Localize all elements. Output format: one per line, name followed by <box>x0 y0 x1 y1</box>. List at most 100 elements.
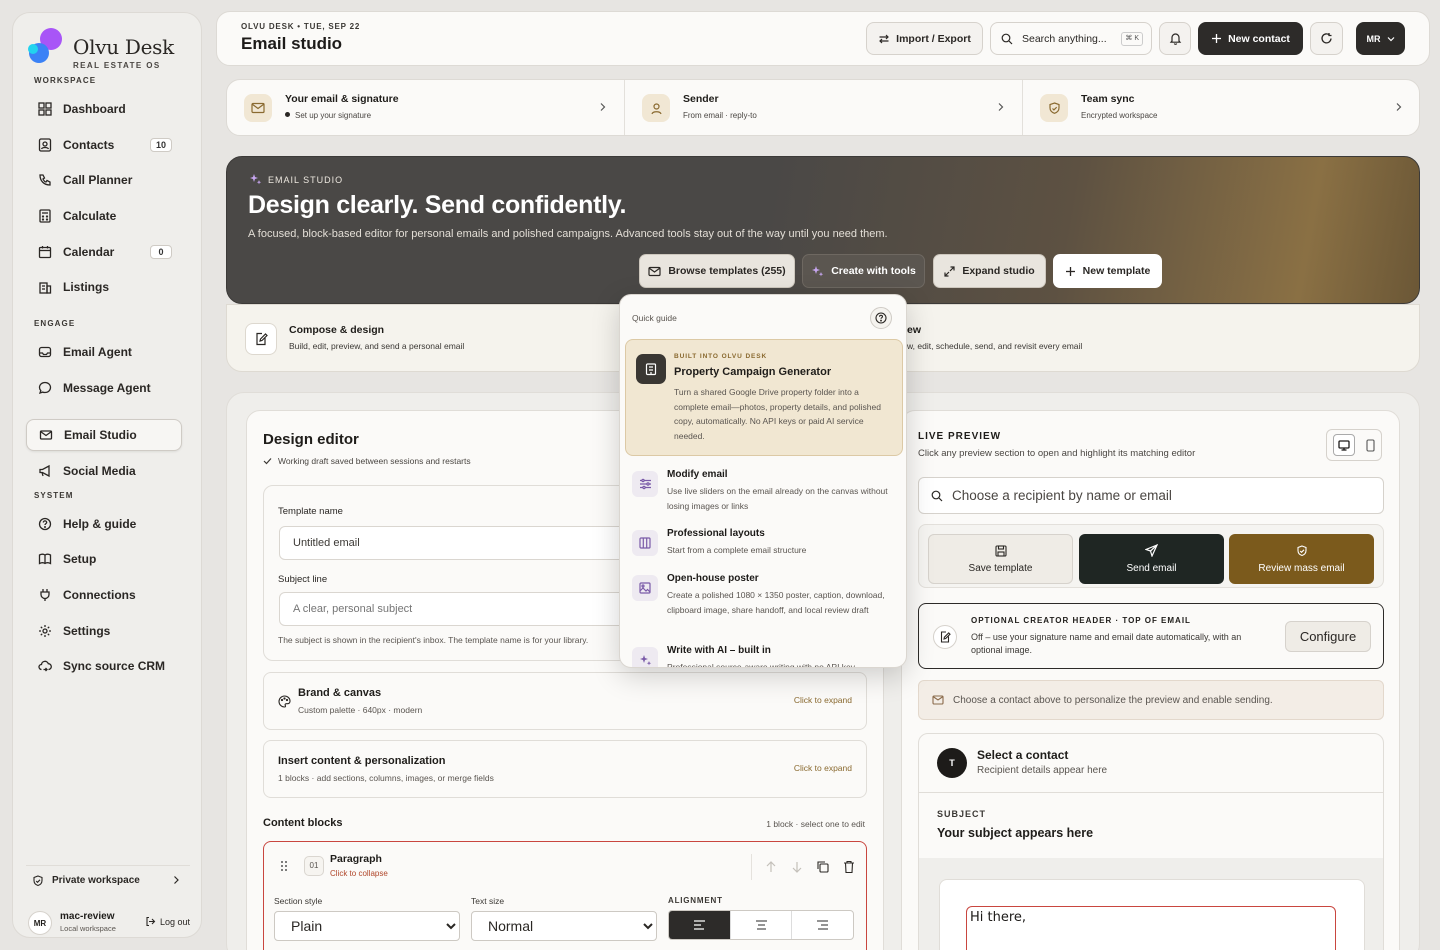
quick-guide-title: Quick guide <box>632 313 677 323</box>
edit-document-icon <box>933 625 957 649</box>
content-blocks-count: 1 block · select one to edit <box>766 819 865 829</box>
sidebar-item-connections[interactable]: Connections <box>26 579 182 611</box>
greeting-block[interactable]: Hi there, <box>966 906 1336 950</box>
sidebar-item-social-media[interactable]: Social Media <box>26 455 182 487</box>
insert-content-title: Insert content & personalization <box>278 755 446 767</box>
align-right-button[interactable] <box>792 911 853 939</box>
expand-studio-button[interactable]: Expand studio <box>933 254 1046 288</box>
shield-check-icon <box>1040 94 1068 122</box>
help-button[interactable] <box>870 307 892 329</box>
collapse-link[interactable]: Click to collapse <box>330 869 388 878</box>
section-style-select[interactable]: Plain <box>274 911 460 941</box>
select-contact-title[interactable]: Select a contact <box>977 748 1068 762</box>
notifications-button[interactable] <box>1159 22 1191 55</box>
phone-icon <box>38 173 52 187</box>
sidebar-item-setup[interactable]: Setup <box>26 543 182 575</box>
account-menu-button[interactable]: MR <box>1356 22 1405 55</box>
live-preview-sub: Click any preview section to open and hi… <box>918 448 1196 459</box>
new-contact-label: New contact <box>1228 32 1290 45</box>
shield-check-icon <box>32 874 44 887</box>
subject-preview[interactable]: Your subject appears here <box>937 826 1093 840</box>
sidebar-item-listings[interactable]: Listings <box>26 271 182 303</box>
review-title[interactable]: ew <box>907 324 921 336</box>
featured-desc: Turn a shared Google Drive property fold… <box>674 387 881 441</box>
user-avatar[interactable]: MR <box>28 911 52 935</box>
review-mass-email-label: Review mass email <box>1258 562 1345 574</box>
text-size-select[interactable]: Normal <box>471 911 657 941</box>
text-size-label: Text size <box>471 896 505 906</box>
sidebar-item-label: Setup <box>63 552 97 566</box>
new-template-button[interactable]: New template <box>1053 254 1162 288</box>
review-mass-email-button[interactable]: Review mass email <box>1229 534 1374 584</box>
live-preview-panel: LIVE PREVIEW Click any preview section t… <box>901 410 1400 950</box>
send-email-label: Send email <box>1126 563 1177 574</box>
sidebar-item-email-studio[interactable]: Email Studio <box>26 419 182 451</box>
strip-sub: From email · reply-to <box>683 111 757 120</box>
insert-content-section[interactable]: Insert content & personalization 1 block… <box>263 740 867 798</box>
building-icon <box>636 354 666 384</box>
brand[interactable]: Olvu Desk REAL ESTATE OS <box>27 23 197 75</box>
block-toolbar <box>751 854 858 880</box>
trash-icon[interactable] <box>840 860 858 874</box>
logout-button[interactable]: Log out <box>145 916 190 927</box>
block-title: Paragraph <box>330 853 382 865</box>
content-blocks-title: Content blocks <box>263 817 343 829</box>
email-canvas: Hi there, <box>919 858 1383 950</box>
drag-handle-icon[interactable] <box>280 860 288 872</box>
brand-canvas-section[interactable]: Brand & canvas Custom palette · 640px · … <box>263 672 867 730</box>
brand-logo-icon <box>28 28 62 63</box>
help-icon <box>875 312 887 324</box>
save-template-button[interactable]: Save template <box>928 534 1073 584</box>
top-bar: OLVU DESK • TUE, SEP 22 Email studio Imp… <box>216 11 1430 66</box>
arrow-down-icon[interactable] <box>788 860 806 874</box>
sidebar-item-help[interactable]: Help & guide <box>26 508 182 540</box>
strip-sub-text: Set up your signature <box>295 111 372 120</box>
gear-icon <box>38 624 52 638</box>
monitor-icon <box>1338 439 1350 451</box>
property-campaign-generator-item[interactable]: BUILT INTO OLVU DESK Property Campaign G… <box>625 339 903 456</box>
sidebar-item-label: Message Agent <box>63 381 151 395</box>
recipient-search-input[interactable]: Choose a recipient by name or email <box>918 477 1384 514</box>
align-left-button[interactable] <box>669 911 731 939</box>
plus-icon <box>1211 33 1222 44</box>
item-title: Open-house poster <box>667 573 759 584</box>
sidebar-item-message-agent[interactable]: Message Agent <box>26 372 182 404</box>
compose-design-title[interactable]: Compose & design <box>289 324 384 336</box>
desktop-view-button[interactable] <box>1332 434 1355 456</box>
subject-line-label: Subject line <box>278 574 328 585</box>
featured-title: Property Campaign Generator <box>674 366 832 378</box>
inbox-icon <box>38 345 52 359</box>
align-center-button[interactable] <box>731 911 793 939</box>
sidebar-item-sync-crm[interactable]: Sync source CRM <box>26 650 182 682</box>
import-export-button[interactable]: Import / Export <box>866 22 983 55</box>
duplicate-icon[interactable] <box>814 860 832 874</box>
sidebar-item-settings[interactable]: Settings <box>26 615 182 647</box>
new-contact-button[interactable]: New contact <box>1198 22 1303 55</box>
paragraph-block[interactable]: 01 Paragraph Click to collapse Section s… <box>263 841 867 950</box>
global-search-input[interactable]: Search anything... ⌘ K <box>990 22 1152 55</box>
insert-content-sub: 1 blocks · add sections, columns, images… <box>278 773 494 783</box>
signature-status-card[interactable]: Your email & signature Set up your signa… <box>227 80 624 135</box>
brand-tagline: REAL ESTATE OS <box>73 61 161 70</box>
sidebar-item-contacts[interactable]: Contacts 10 <box>26 129 182 161</box>
sidebar-item-calculate[interactable]: Calculate <box>26 200 182 232</box>
sidebar-item-call-planner[interactable]: Call Planner <box>26 164 182 196</box>
expand-link[interactable]: Click to expand <box>794 695 852 705</box>
expand-link[interactable]: Click to expand <box>794 763 852 773</box>
sidebar-item-dashboard[interactable]: Dashboard <box>26 93 182 125</box>
sender-status-card[interactable]: Sender From email · reply-to <box>625 80 1022 135</box>
item-desc: Start from a complete email structure <box>667 545 807 555</box>
send-email-button[interactable]: Send email <box>1079 534 1224 584</box>
sidebar-item-calendar[interactable]: Calendar 0 <box>26 236 182 268</box>
create-with-tools-button[interactable]: Create with tools <box>802 254 925 288</box>
browse-templates-button[interactable]: Browse templates (255) <box>639 254 795 288</box>
arrow-up-icon[interactable] <box>762 860 780 874</box>
mobile-view-button[interactable] <box>1366 438 1375 452</box>
team-sync-status-card[interactable]: Team sync Encrypted workspace <box>1023 80 1420 135</box>
configure-button[interactable]: Configure <box>1285 621 1371 652</box>
refresh-button[interactable] <box>1310 22 1343 55</box>
sidebar-item-email-agent[interactable]: Email Agent <box>26 336 182 368</box>
sparkle-icon <box>249 173 262 186</box>
private-workspace-button[interactable]: Private workspace <box>26 865 190 895</box>
private-workspace-label: Private workspace <box>52 875 140 886</box>
